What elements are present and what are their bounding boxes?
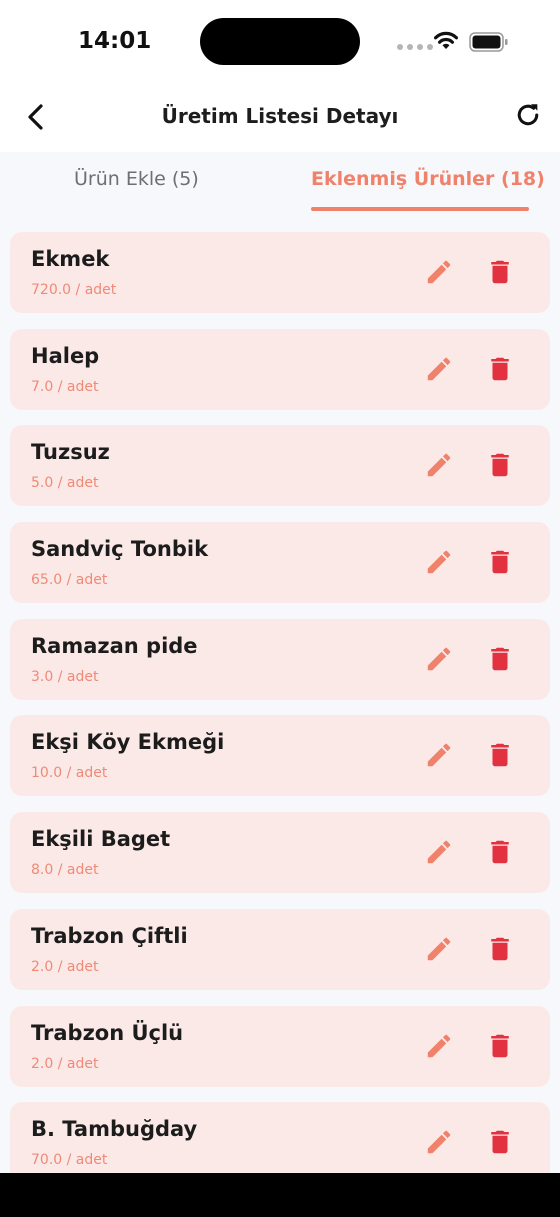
edit-icon[interactable] <box>424 450 454 480</box>
product-quantity: 8.0 / adet <box>31 862 99 879</box>
product-name: B. Tambuğday <box>31 1117 198 1142</box>
product-name: Ekşi Köy Ekmeği <box>31 730 225 755</box>
edit-icon[interactable] <box>424 837 454 867</box>
product-name: Ekmek <box>31 247 110 271</box>
home-indicator-area <box>0 1173 560 1217</box>
delete-icon[interactable] <box>485 1126 515 1158</box>
list-item[interactable]: Ekşili Baget 8.0 / adet <box>10 812 550 894</box>
edit-icon[interactable] <box>424 354 454 384</box>
nav-bar: Üretim Listesi Detayı <box>0 84 560 152</box>
wifi-icon <box>434 31 458 49</box>
product-list: Ekmek 720.0 / adet Halep 7.0 / adet Tuzs… <box>10 232 550 1199</box>
dynamic-island <box>200 18 360 65</box>
battery-icon <box>469 32 508 52</box>
status-time: 14:01 <box>78 28 152 54</box>
list-item[interactable]: Sandviç Tonbik 65.0 / adet <box>10 522 550 604</box>
product-name: Halep <box>31 343 100 368</box>
product-quantity: 2.0 / adet <box>31 1055 99 1072</box>
tab-add-product[interactable]: Ürün Ekle (5) <box>74 168 199 190</box>
product-quantity: 65.0 / adet <box>31 572 108 589</box>
delete-icon[interactable] <box>485 256 515 288</box>
page-title: Üretim Listesi Detayı <box>161 104 399 128</box>
edit-icon[interactable] <box>424 934 454 964</box>
list-item[interactable]: Halep 7.0 / adet <box>10 328 550 410</box>
delete-icon[interactable] <box>485 643 515 675</box>
list-item[interactable]: Tuzsuz 5.0 / adet <box>10 425 550 507</box>
product-quantity: 720.0 / adet <box>31 282 117 298</box>
list-item[interactable]: B. Tambuğday 70.0 / adet <box>10 1102 550 1184</box>
edit-icon[interactable] <box>424 257 454 287</box>
edit-icon[interactable] <box>424 1127 454 1157</box>
edit-icon[interactable] <box>424 740 454 770</box>
active-tab-indicator <box>311 207 529 211</box>
status-bar: 14:01 <box>0 0 560 84</box>
list-item[interactable]: Ekşi Köy Ekmeği 10.0 / adet <box>10 715 550 797</box>
product-quantity: 10.0 / adet <box>31 765 108 782</box>
cellular-signal-icon <box>397 44 433 50</box>
tab-added-products[interactable]: Eklenmiş Ürünler (18) <box>311 168 545 190</box>
tab-bar: Ürün Ekle (5) Eklenmiş Ürünler (18) <box>0 152 560 214</box>
refresh-icon[interactable] <box>514 101 542 129</box>
product-name: Ekşili Baget <box>31 827 171 852</box>
delete-icon[interactable] <box>485 739 515 771</box>
product-name: Trabzon Üçlü <box>31 1020 184 1045</box>
product-name: Sandviç Tonbik <box>31 537 209 562</box>
delete-icon[interactable] <box>485 1030 515 1062</box>
product-name: Trabzon Çiftli <box>31 923 188 948</box>
list-item[interactable]: Trabzon Çiftli 2.0 / adet <box>10 908 550 990</box>
edit-icon[interactable] <box>424 547 454 577</box>
product-quantity: 7.0 / adet <box>31 378 99 395</box>
edit-icon[interactable] <box>424 1031 454 1061</box>
edit-icon[interactable] <box>424 644 454 674</box>
product-quantity: 2.0 / adet <box>31 958 99 975</box>
list-item[interactable]: Trabzon Üçlü 2.0 / adet <box>10 1005 550 1087</box>
delete-icon[interactable] <box>485 449 515 481</box>
product-name: Ramazan pide <box>31 633 198 658</box>
list-item[interactable]: Ramazan pide 3.0 / adet <box>10 618 550 700</box>
delete-icon[interactable] <box>485 353 515 385</box>
list-item[interactable]: Ekmek 720.0 / adet <box>10 232 550 313</box>
delete-icon[interactable] <box>485 933 515 965</box>
product-quantity: 5.0 / adet <box>31 475 99 492</box>
delete-icon[interactable] <box>485 836 515 868</box>
product-quantity: 70.0 / adet <box>31 1152 108 1169</box>
product-name: Tuzsuz <box>31 440 110 465</box>
product-quantity: 3.0 / adet <box>31 668 99 685</box>
delete-icon[interactable] <box>485 546 515 578</box>
